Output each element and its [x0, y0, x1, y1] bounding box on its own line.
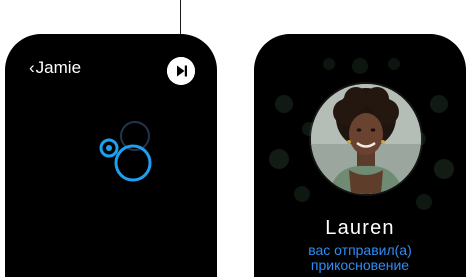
play-skip-icon [167, 57, 195, 85]
play-skip-button[interactable] [167, 57, 195, 85]
digital-touch-screen: ‹Jamie [5, 34, 217, 277]
tap-ripple-icon [99, 121, 152, 182]
notification-screen: Lauren вас отправил(а) прикосновение [254, 34, 466, 277]
sender-name: Lauren [325, 217, 395, 239]
message-line-2: прикосновение [310, 257, 410, 273]
message-line-1: вас отправил(а) [308, 242, 412, 258]
back-button[interactable]: ‹Jamie [29, 58, 81, 78]
back-label: Jamie [35, 58, 82, 77]
contact-photo [311, 84, 421, 194]
back-chevron-icon: ‹ [29, 58, 35, 77]
contact-avatar [311, 84, 421, 194]
notification-message: вас отправил(а) прикосновение [254, 243, 466, 273]
